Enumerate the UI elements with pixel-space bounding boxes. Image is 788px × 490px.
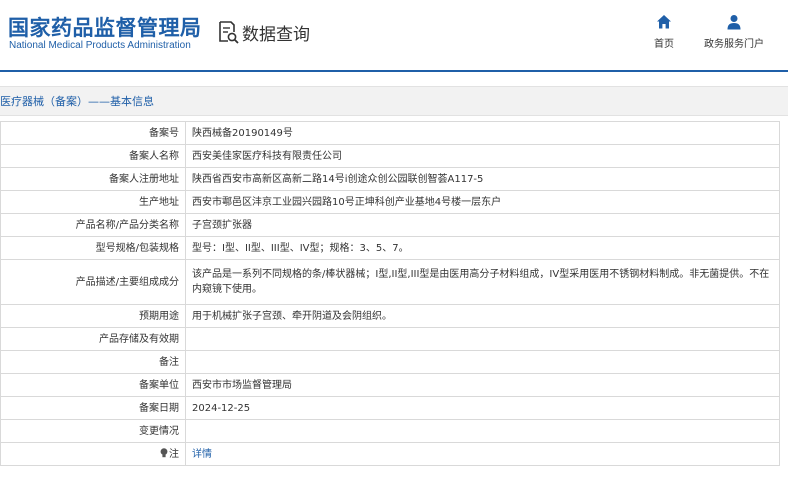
document-search-icon [219,21,239,44]
field-label: 备注 [0,350,186,374]
field-value: 子宫颈扩张器 [185,213,780,237]
table-row: 生产地址 西安市鄠邑区沣京工业园兴园路10号正坤科创产业基地4号楼一层东户 [0,190,780,214]
table-row: 备案单位 西安市市场监督管理局 [0,373,780,397]
field-value: 用于机械扩张子宫颈、牵开阴道及会阴组织。 [185,304,780,328]
breadcrumb-bar: 医疗器械（备案）——基本信息 [0,86,788,116]
field-label: 产品名称/产品分类名称 [0,213,186,237]
table-row: 预期用途 用于机械扩张子宫颈、牵开阴道及会阴组织。 [0,304,780,328]
field-label: 生产地址 [0,190,186,214]
field-value: 陕西械备20190149号 [185,121,780,145]
field-value: 陕西省西安市高新区高新二路14号i创途众创公园联创智荟A117-5 [185,167,780,191]
table-row: 备注 [0,350,780,374]
nav-home-label: 首页 [654,39,674,50]
site-logo-subtitle: National Medical Products Administration [9,40,191,51]
field-label: 备案单位 [0,373,186,397]
field-value [185,419,780,443]
table-row: 产品描述/主要组成成分 该产品是一系列不同规格的条/棒状器械；I型,II型,II… [0,259,780,305]
field-value: 2024-12-25 [185,396,780,420]
field-label: 备案人名称 [0,144,186,168]
table-row: 产品存储及有效期 [0,327,780,351]
field-label: 备案日期 [0,396,186,420]
field-label: 产品描述/主要组成成分 [0,259,186,305]
table-row: 变更情况 [0,419,780,443]
field-label: 预期用途 [0,304,186,328]
table-row: 备案号 陕西械备20190149号 [0,121,780,145]
note-value-cell: 详情 [185,442,780,466]
field-label: 备案人注册地址 [0,167,186,191]
nav-home[interactable]: 首页 [648,14,680,50]
nav-service-portal[interactable]: 政务服务门户 [702,14,766,50]
field-value: 型号：I型、II型、III型、IV型；规格：3、5、7。 [185,236,780,260]
home-icon [657,15,671,29]
detail-link[interactable]: 详情 [192,449,212,460]
nav-service-portal-label: 政务服务门户 [704,39,764,50]
table-row: 型号规格/包装规格 型号：I型、II型、III型、IV型；规格：3、5、7。 [0,236,780,260]
field-label: 产品存储及有效期 [0,327,186,351]
field-label: 型号规格/包装规格 [0,236,186,260]
user-icon [727,15,741,30]
table-row: 备案人注册地址 陕西省西安市高新区高新二路14号i创途众创公园联创智荟A117-… [0,167,780,191]
table-row: 备案人名称 西安美佳家医疗科技有限责任公司 [0,144,780,168]
table-row: 备案日期 2024-12-25 [0,396,780,420]
breadcrumb: 医疗器械（备案）——基本信息 [0,95,154,108]
field-value: 西安市鄠邑区沣京工业园兴园路10号正坤科创产业基地4号楼一层东户 [185,190,780,214]
field-value [185,327,780,351]
field-value [185,350,780,374]
field-value: 西安市市场监督管理局 [185,373,780,397]
table-row: 产品名称/产品分类名称 子宫颈扩张器 [0,213,780,237]
note-label-cell: 注 [0,442,186,466]
field-value: 该产品是一系列不同规格的条/棒状器械；I型,II型,III型是由医用高分子材料组… [185,259,780,305]
bulb-icon [160,447,168,457]
field-label: 变更情况 [0,419,186,443]
record-detail-table: 备案号 陕西械备20190149号 备案人名称 西安美佳家医疗科技有限责任公司 … [0,121,780,466]
data-query-link[interactable]: 数据查询 [217,20,310,45]
site-header: 国家药品监督管理局 National Medical Products Admi… [0,0,788,72]
field-value: 西安美佳家医疗科技有限责任公司 [185,144,780,168]
header-divider [0,70,788,72]
field-label: 备案号 [0,121,186,145]
note-label: 注 [169,448,179,460]
site-logo-title[interactable]: 国家药品监督管理局 [8,12,202,42]
data-query-label: 数据查询 [242,24,310,45]
table-row-note: 注 详情 [0,442,780,466]
